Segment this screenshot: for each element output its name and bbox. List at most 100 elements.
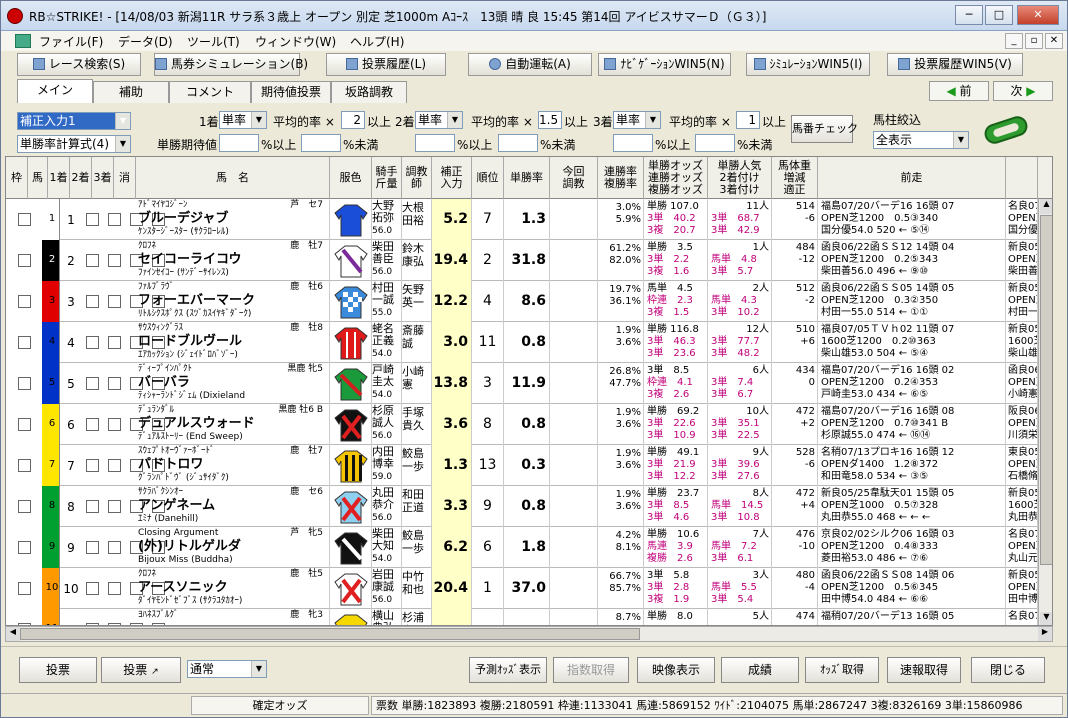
- correction-input[interactable]: 5.2: [432, 199, 472, 240]
- third-bet-select[interactable]: 単率 ▼: [613, 111, 661, 129]
- second-checkbox[interactable]: [108, 459, 121, 472]
- prev-race-button[interactable]: ◀ 前: [929, 81, 989, 101]
- exp-max-input-3[interactable]: [695, 134, 735, 152]
- correction-input[interactable]: 20.4: [432, 568, 472, 609]
- table-row[interactable]: 10 10 ｸﾛﾌﾈ鹿 牡5 アースソニック ﾀﾞｲﾔﾓﾝﾄﾞｾﾞﾌﾞｽ (ｻｸﾗﾕﾀｶ…: [6, 568, 1052, 609]
- avg-rate-input-2[interactable]: 1.5: [538, 111, 562, 129]
- avg-rate-input-3[interactable]: 1: [736, 111, 760, 129]
- scroll-thumb[interactable]: [1040, 215, 1052, 565]
- first-checkbox[interactable]: [86, 459, 99, 472]
- maximize-button[interactable]: □: [985, 5, 1013, 25]
- horse-name-cell[interactable]: ｽｳｪﾌﾟﾄｵｰｳﾞｧｰﾎﾞｰﾄﾞ鹿 牡7 パドトロワ ｸﾞﾗﾝﾊﾟﾄﾞｳﾞ (ｼﾞ…: [136, 445, 330, 486]
- video-button[interactable]: 映像表示: [637, 657, 715, 683]
- simulation-win5-button[interactable]: ｼﾐｭﾚｰｼｮﾝWIN5(I): [746, 53, 870, 76]
- vertical-scrollbar[interactable]: ▲ ▼: [1038, 199, 1052, 625]
- scroll-up-icon[interactable]: ▲: [1040, 199, 1052, 214]
- tab-main[interactable]: メイン: [17, 79, 93, 103]
- second-checkbox[interactable]: [108, 295, 121, 308]
- second-checkbox[interactable]: [108, 254, 121, 267]
- menu-help[interactable]: ヘルプ(H): [350, 33, 404, 50]
- horse-name-cell[interactable]: ｻｸﾗﾊﾞｸｼﾝｵｰ鹿 セ6 アンゲネーム ｴﾐﾅ (Danehill): [136, 486, 330, 527]
- frame-checkbox[interactable]: [18, 336, 31, 349]
- first-checkbox[interactable]: [86, 213, 99, 226]
- header-cell-4[interactable]: 3着: [92, 157, 114, 199]
- second-checkbox[interactable]: [108, 500, 121, 513]
- exp-min-input-3[interactable]: [613, 134, 653, 152]
- mode-select[interactable]: 通常 ▼: [187, 660, 267, 678]
- frame-checkbox[interactable]: [18, 418, 31, 431]
- frame-checkbox[interactable]: [18, 213, 31, 226]
- table-row[interactable]: 3 3 ﾌｧﾙﾌﾞﾗｳﾞ鹿 牡6 フォーエバーマーク ﾘﾄﾙｼｸｽﾎﾟｸｽ (ｽﾂﾞｶｽ…: [6, 281, 1052, 322]
- correction-input[interactable]: 3.0: [432, 322, 472, 363]
- horse-name-cell[interactable]: ﾖﾊﾈｽﾌﾞﾙｸﾞ 鹿 牝3: [136, 609, 330, 625]
- menu-tools[interactable]: ツール(T): [187, 33, 240, 50]
- frame-checkbox[interactable]: [18, 500, 31, 513]
- header-cell-17[interactable]: 馬体重 増減 適正: [772, 157, 818, 199]
- bet-simulation-button[interactable]: 馬券シミュレーション(B): [154, 53, 308, 76]
- first-checkbox[interactable]: [86, 500, 99, 513]
- frame-checkbox[interactable]: [18, 377, 31, 390]
- horse-name-cell[interactable]: ﾃﾞｨｰﾌﾟｲﾝﾊﾟｸﾄ 黒鹿 牝5 バーバラ ﾃｨｼｬｰﾗﾝﾄﾞｼﾞｪﾑ (Dixi…: [136, 363, 330, 404]
- header-cell-2[interactable]: 1着: [48, 157, 70, 199]
- preset-select[interactable]: 補正入力1 ▼: [17, 112, 131, 130]
- header-cell-1[interactable]: 馬: [28, 157, 48, 199]
- correction-input[interactable]: 13.8: [432, 363, 472, 404]
- first-checkbox[interactable]: [86, 418, 99, 431]
- vote-dropdown-button[interactable]: 投票 ↗: [101, 657, 181, 683]
- frame-checkbox[interactable]: [18, 254, 31, 267]
- mdi-close-button[interactable]: ✕: [1045, 33, 1063, 49]
- scroll-down-icon[interactable]: ▼: [1040, 612, 1052, 625]
- tab-slope-training[interactable]: 坂路調教: [331, 81, 407, 103]
- header-cell-8[interactable]: 騎手 斤量: [372, 157, 402, 199]
- umaban-check-button[interactable]: 馬番チェック: [791, 115, 858, 143]
- formula-select[interactable]: 単勝率計算式(4) ▼: [17, 135, 131, 153]
- minimize-button[interactable]: ─: [955, 5, 983, 25]
- header-cell-13[interactable]: 今回 調教: [550, 157, 598, 199]
- navigation-win5-button[interactable]: ﾅﾋﾞｹﾞｰｼｮﾝWIN5(N): [598, 53, 731, 76]
- scroll-right-icon[interactable]: ▶: [1038, 627, 1052, 641]
- vote-button[interactable]: 投票: [19, 657, 97, 683]
- frame-checkbox[interactable]: [18, 295, 31, 308]
- hscroll-thumb[interactable]: [20, 628, 640, 640]
- first-checkbox[interactable]: [86, 582, 99, 595]
- first-checkbox[interactable]: [86, 254, 99, 267]
- correction-input[interactable]: 19.4: [432, 240, 472, 281]
- horse-name-cell[interactable]: ﾃﾞｭﾗﾝﾀﾞﾙ 黒鹿 牡6 B デュアルスウォード ﾃﾞｭｱﾙｽﾄｰﾘｰ (End …: [136, 404, 330, 445]
- second-checkbox[interactable]: [108, 377, 121, 390]
- race-search-button[interactable]: レース検索(S): [17, 53, 141, 76]
- tab-expected-vote[interactable]: 期待値投票: [251, 81, 331, 103]
- first-checkbox[interactable]: [86, 541, 99, 554]
- horse-name-cell[interactable]: ｻｳｽｳｨﾝｸﾞﾗｽ鹿 牡8 ロードブルヴール ｴｱｶｯｸｼｮﾝ (ｼﾞｪｲﾄﾞﾛﾊ…: [136, 322, 330, 363]
- correction-input[interactable]: [432, 609, 472, 625]
- horse-name-cell[interactable]: ｸﾛﾌﾈ鹿 牡7 セイコーライコウ ﾌｧｲﾝｾｲｺｰ (ｻﾝﾃﾞｰｻｲﾚﾝｽ): [136, 240, 330, 281]
- correction-input[interactable]: 3.3: [432, 486, 472, 527]
- display-select[interactable]: 全表示 ▼: [873, 131, 969, 149]
- tab-sub[interactable]: 補助: [93, 81, 169, 103]
- exp-min-input-2[interactable]: [415, 134, 455, 152]
- exp-min-input-1[interactable]: [219, 134, 259, 152]
- second-checkbox[interactable]: [108, 213, 121, 226]
- vote-history-win5-button[interactable]: 投票履歴WIN5(V): [887, 53, 1023, 76]
- header-cell-10[interactable]: 補正 入力: [432, 157, 472, 199]
- odds-fetch-button[interactable]: ｵｯｽﾞ取得: [805, 657, 879, 683]
- index-fetch-button[interactable]: 指数取得: [553, 657, 629, 683]
- table-row[interactable]: 1 1 ｱﾄﾞﾏｲﾔｺｼﾞｰﾝ芦 セ7 ブルーデジャブ ｹﾝｽﾀｰｼﾞｰｽﾀｰ (ｻｸﾗ…: [6, 199, 1052, 240]
- table-row[interactable]: 9 9 Closing Argument 芦 牝5 (外)リトルゲルダ Bijoux Mi…: [6, 527, 1052, 568]
- header-cell-19[interactable]: [1006, 157, 1038, 199]
- frame-checkbox[interactable]: [18, 541, 31, 554]
- table-row[interactable]: 8 8 ｻｸﾗﾊﾞｸｼﾝｵｰ鹿 セ6 アンゲネーム ｴﾐﾅ (Danehill) 丸田 恭…: [6, 486, 1052, 527]
- correction-input[interactable]: 12.2: [432, 281, 472, 322]
- table-row[interactable]: 6 6 ﾃﾞｭﾗﾝﾀﾞﾙ 黒鹿 牡6 B デュアルスウォード ﾃﾞｭｱﾙｽﾄｰﾘｰ (En…: [6, 404, 1052, 445]
- correction-input[interactable]: 6.2: [432, 527, 472, 568]
- auto-run-button[interactable]: 自動運転(A): [468, 53, 592, 76]
- exp-max-input-2[interactable]: [498, 134, 538, 152]
- mdi-minimize-button[interactable]: _: [1005, 33, 1023, 49]
- horse-name-cell[interactable]: ﾌｧﾙﾌﾞﾗｳﾞ鹿 牡6 フォーエバーマーク ﾘﾄﾙｼｸｽﾎﾟｸｽ (ｽﾂﾞｶｽｲﾔ…: [136, 281, 330, 322]
- menu-file[interactable]: ファイル(F): [39, 33, 103, 50]
- first-bet-select[interactable]: 単率 ▼: [219, 111, 267, 129]
- avg-rate-input-1[interactable]: 2: [341, 111, 365, 129]
- second-bet-select[interactable]: 単率 ▼: [415, 111, 463, 129]
- close-window-button[interactable]: ✕: [1017, 5, 1059, 25]
- exp-max-input-1[interactable]: [301, 134, 341, 152]
- close-button[interactable]: 閉じる: [971, 657, 1045, 683]
